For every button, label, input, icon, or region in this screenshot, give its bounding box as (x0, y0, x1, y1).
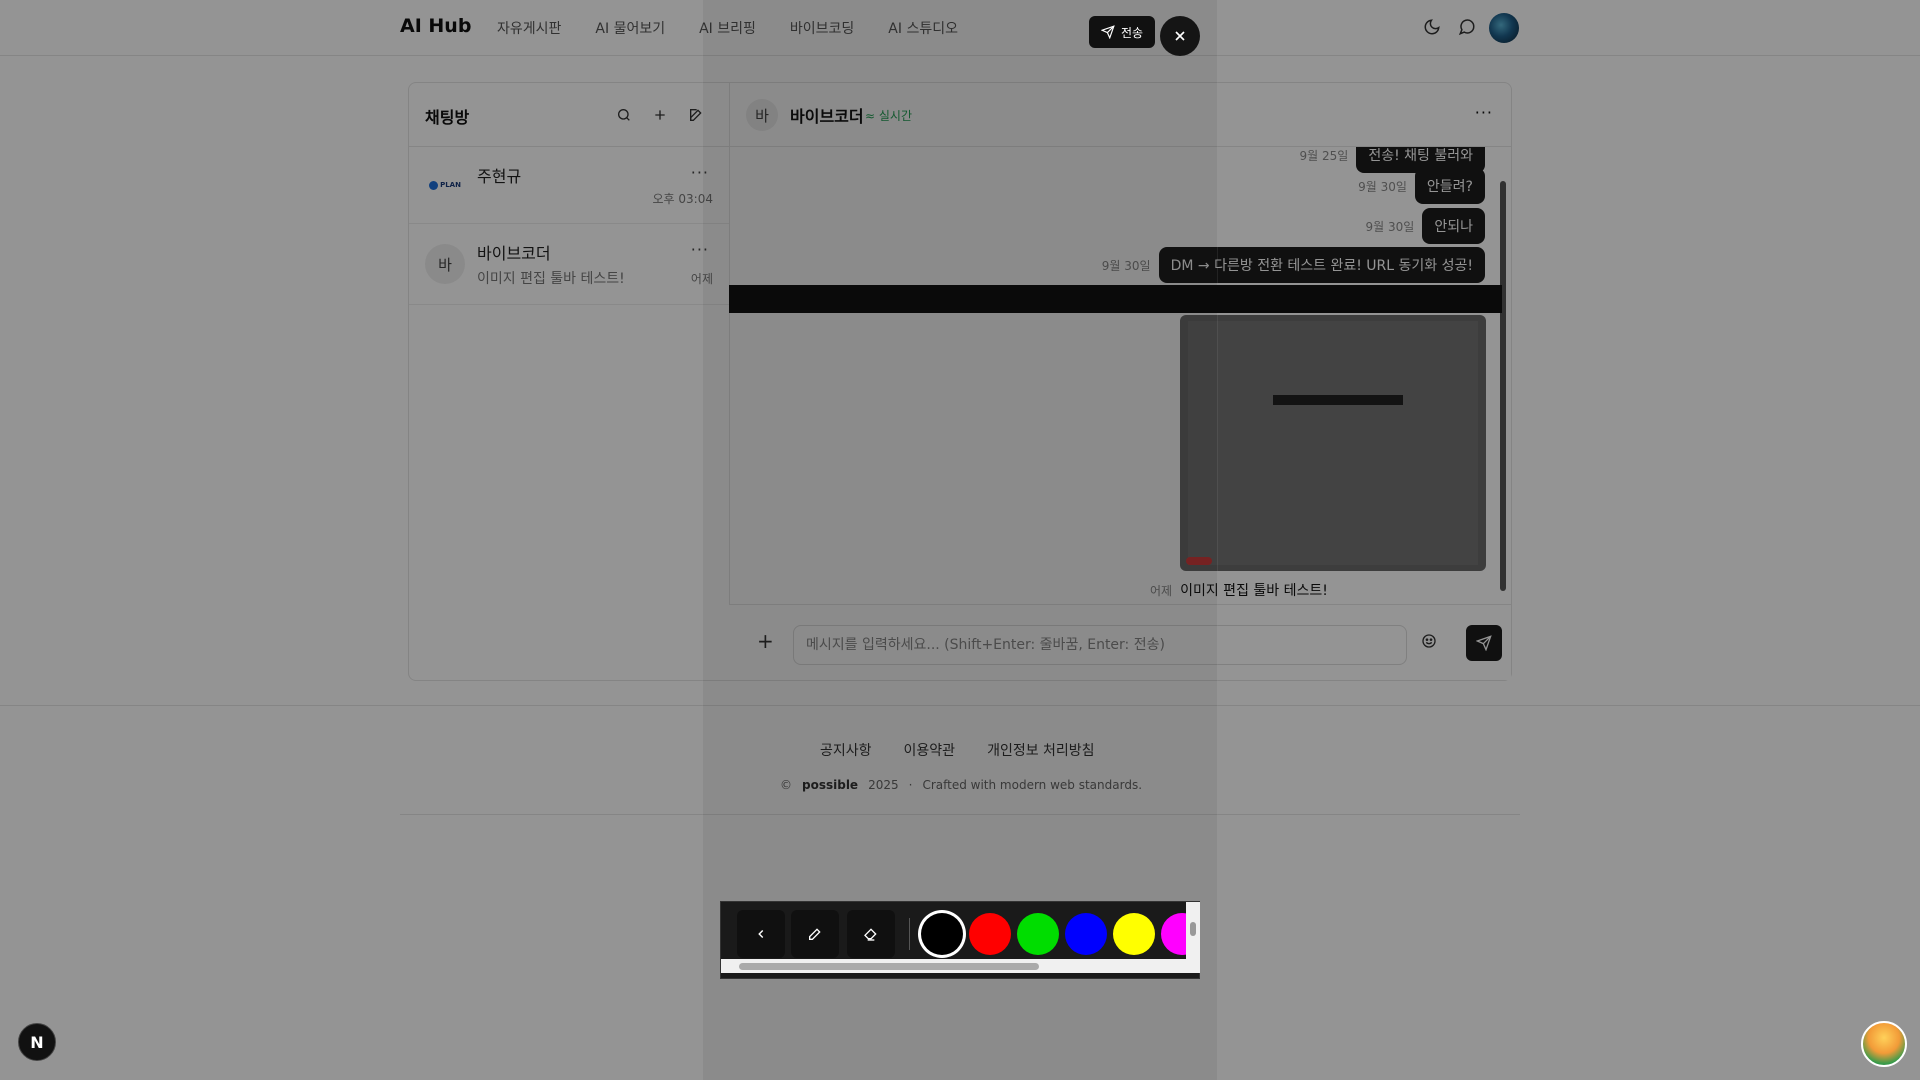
image-edit-toolbar (720, 901, 1200, 979)
color-swatch-magenta[interactable] (1161, 913, 1186, 955)
color-swatch-yellow[interactable] (1113, 913, 1155, 955)
toolbar-divider (909, 918, 910, 950)
send-icon (1101, 25, 1115, 39)
close-button[interactable] (1160, 16, 1200, 56)
palm-tree-avatar[interactable] (1861, 1021, 1907, 1067)
scrollbar-thumb[interactable] (739, 963, 1039, 970)
close-icon (1175, 31, 1185, 41)
overlay-send-label: 전송 (1121, 25, 1144, 40)
pen-tool-button[interactable] (791, 910, 839, 958)
toolbar-vertical-scrollbar[interactable] (1186, 902, 1200, 959)
color-swatch-black[interactable] (921, 913, 963, 955)
toolbar-horizontal-scrollbar[interactable] (721, 959, 1200, 973)
scrollbar-thumb[interactable] (1190, 922, 1196, 936)
back-button[interactable] (737, 910, 785, 958)
next-devtools-badge[interactable]: N (18, 1023, 56, 1061)
color-swatch-red[interactable] (969, 913, 1011, 955)
chevron-left-icon (758, 929, 764, 939)
overlay-send-button[interactable]: 전송 (1089, 16, 1156, 48)
toolbar-content (721, 902, 1186, 959)
drawn-stroke (729, 285, 1502, 313)
eraser-icon (864, 928, 877, 941)
eraser-tool-button[interactable] (847, 910, 895, 958)
pencil-icon (809, 928, 821, 940)
color-swatch-blue[interactable] (1065, 913, 1107, 955)
color-swatch-green[interactable] (1017, 913, 1059, 955)
